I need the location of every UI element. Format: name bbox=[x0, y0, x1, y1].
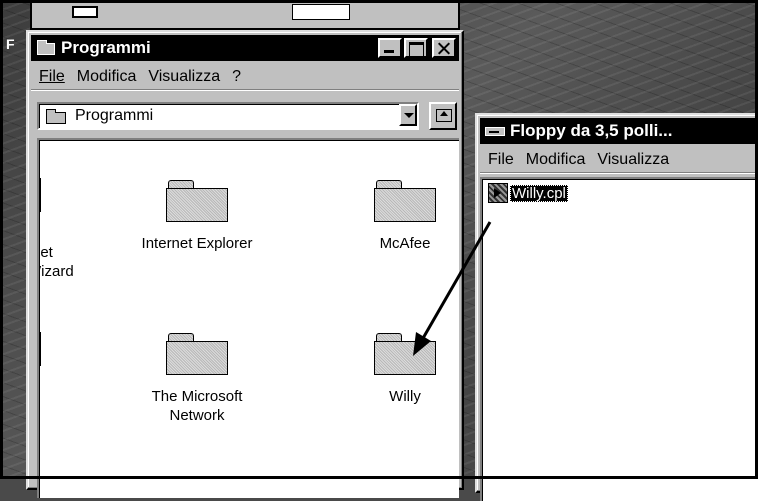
drag-arrow-icon bbox=[413, 221, 492, 356]
